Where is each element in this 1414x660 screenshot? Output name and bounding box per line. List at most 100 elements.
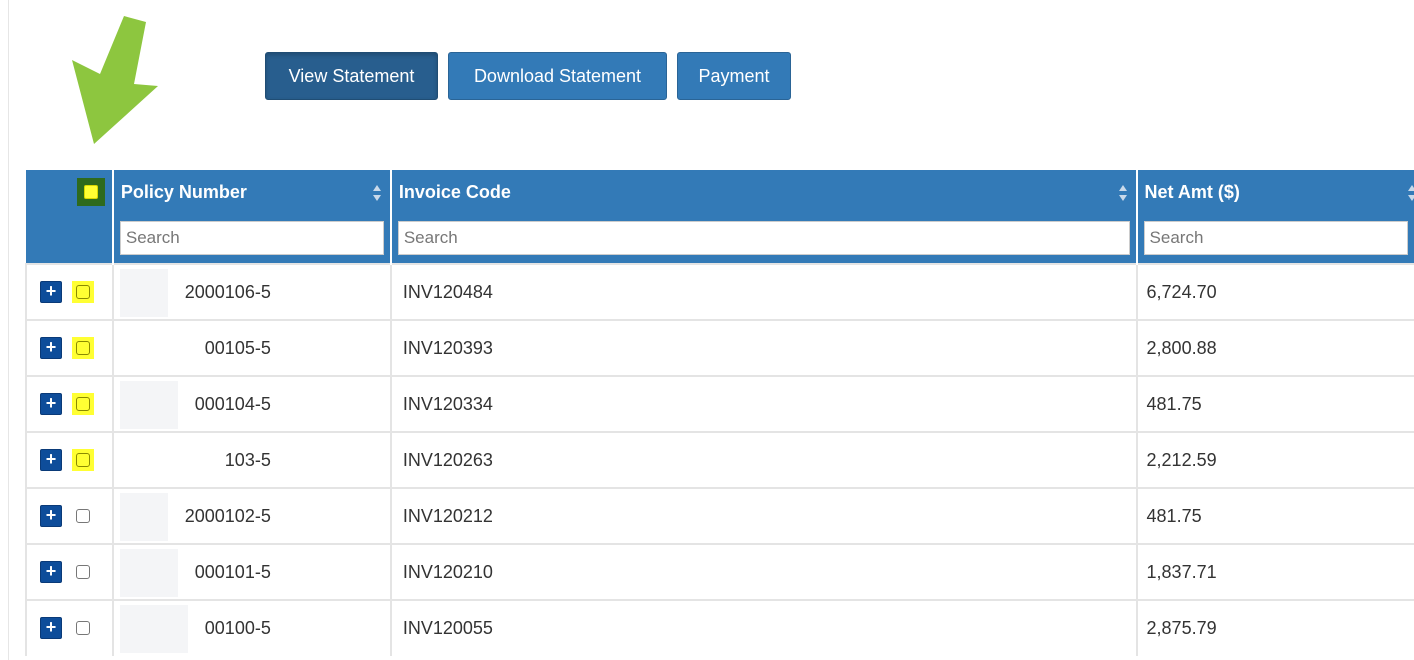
policy-number-cell: 00105-5 [112,319,392,376]
select-all-header [26,170,114,264]
checkbox-box [76,397,90,411]
row-checkbox[interactable] [72,505,94,527]
invoice-code-text: INV120484 [402,281,493,302]
payment-button[interactable]: Payment [677,52,791,100]
net-amount-text: 1,837.71 [1146,561,1217,582]
net-amount-text: 481.75 [1146,393,1202,414]
invoice-code-search-cell [390,218,1138,264]
net-amount-search-cell [1136,218,1414,264]
select-all-checkbox[interactable] [77,178,105,206]
row-checkbox[interactable] [72,281,94,303]
invoice-code-cell: INV120263 [390,431,1138,488]
sort-icon[interactable] [1407,184,1414,202]
row-controls: + [25,543,114,600]
expand-row-button[interactable]: + [40,393,62,415]
statement-toolbar: View Statement Download Statement Paymen… [265,52,791,100]
row-checkbox[interactable] [72,617,94,639]
policy-number-cell: 000101-5 [112,543,392,600]
net-amount-cell: 2,800.88 [1136,319,1414,376]
row-controls: + [25,599,114,656]
policy-number-search-input[interactable] [119,221,384,255]
table-row: + 00100-5 INV120055 2,875.79 [25,599,1414,656]
expand-row-button[interactable]: + [40,561,62,583]
policy-number-text: 00105-5 [204,337,271,358]
invoice-code-search-input[interactable] [397,221,1130,255]
select-all-checkbox-box [84,185,98,199]
checkbox-box [76,509,90,523]
policy-number-cell: 2000102-5 [112,487,392,544]
expand-row-button[interactable]: + [40,505,62,527]
sort-icon[interactable] [1118,184,1128,202]
row-controls: + [25,263,114,320]
checkbox-box [76,621,90,635]
net-amount-cell: 2,212.59 [1136,431,1414,488]
green-arrow-annotation-icon [72,16,158,144]
policy-number-text: 000101-5 [194,561,271,582]
net-amount-cell: 2,875.79 [1136,599,1414,656]
left-divider [8,0,9,660]
table-row: + 000104-5 INV120334 481.75 [25,375,1414,432]
statement-page: View Statement Download Statement Paymen… [0,0,1414,660]
column-header-label: Policy Number [120,182,247,202]
download-statement-button[interactable]: Download Statement [448,52,667,100]
checkbox-box [76,285,90,299]
row-controls: + [25,319,114,376]
expand-row-button[interactable]: + [40,449,62,471]
table-row: + 103-5 INV120263 2,212.59 [25,431,1414,488]
policy-number-text: 2000102-5 [184,505,271,526]
invoice-code-text: INV120055 [402,618,493,638]
net-amount-cell: 1,837.71 [1136,543,1414,600]
invoice-code-cell: INV120334 [390,375,1138,432]
net-amount-text: 6,724.70 [1146,281,1217,302]
policy-number-text: 103-5 [224,449,271,470]
row-checkbox[interactable] [72,561,94,583]
row-checkbox[interactable] [72,337,94,359]
expand-row-button[interactable]: + [40,337,62,359]
table-row: + 00105-5 INV120393 2,800.88 [25,319,1414,376]
invoice-code-text: INV120263 [402,449,493,470]
table-row: + 2000102-5 INV120212 481.75 [25,487,1414,544]
invoice-code-cell: INV120210 [390,543,1138,600]
checkbox-box [76,565,90,579]
net-amount-text: 481.75 [1146,505,1202,526]
invoice-table: Policy Number Invoice Code Net Amt ($) S… [25,170,1414,656]
invoice-code-cell: INV120393 [390,319,1138,376]
table-row: + 000101-5 INV120210 1,837.71 [25,543,1414,600]
invoice-code-text: INV120212 [402,505,493,526]
policy-number-search-cell [112,218,392,264]
column-header-policy-number[interactable]: Policy Number [112,170,392,218]
column-header-invoice-code[interactable]: Invoice Code [390,170,1138,218]
net-amount-cell: 481.75 [1136,375,1414,432]
sort-icon[interactable] [372,184,382,202]
column-header-label: Net Amt ($) [1144,182,1240,202]
row-checkbox[interactable] [72,393,94,415]
row-controls: + [25,431,114,488]
column-header-net-amount[interactable]: Net Amt ($) [1136,170,1414,218]
expand-row-button[interactable]: + [40,617,62,639]
policy-number-cell: 2000106-5 [112,263,392,320]
policy-number-cell: 103-5 [112,431,392,488]
invoice-code-cell: INV120212 [390,487,1138,544]
net-amount-text: 2,212.59 [1146,449,1217,470]
expand-row-button[interactable]: + [40,281,62,303]
row-checkbox[interactable] [72,449,94,471]
net-amount-text: 2,875.79 [1146,618,1217,638]
invoice-code-text: INV120393 [402,337,493,358]
net-amount-cell: 6,724.70 [1136,263,1414,320]
invoice-code-text: INV120334 [402,393,493,414]
policy-number-cell: 000104-5 [112,375,392,432]
invoice-table-body: + 2000106-5 INV120484 6,724.70 + 00105-5 [25,263,1414,656]
row-controls: + [25,487,114,544]
checkbox-box [76,341,90,355]
invoice-code-cell: INV120484 [390,263,1138,320]
policy-number-text: 00100-5 [204,618,271,638]
net-amount-text: 2,800.88 [1146,337,1217,358]
policy-number-text: 2000106-5 [184,281,271,302]
column-header-label: Invoice Code [398,182,511,202]
view-statement-button[interactable]: View Statement [265,52,438,100]
policy-number-text: 000104-5 [194,393,271,414]
net-amount-search-input[interactable] [1143,221,1408,255]
net-amount-cell: 481.75 [1136,487,1414,544]
checkbox-box [76,453,90,467]
invoice-code-cell: INV120055 [390,599,1138,656]
